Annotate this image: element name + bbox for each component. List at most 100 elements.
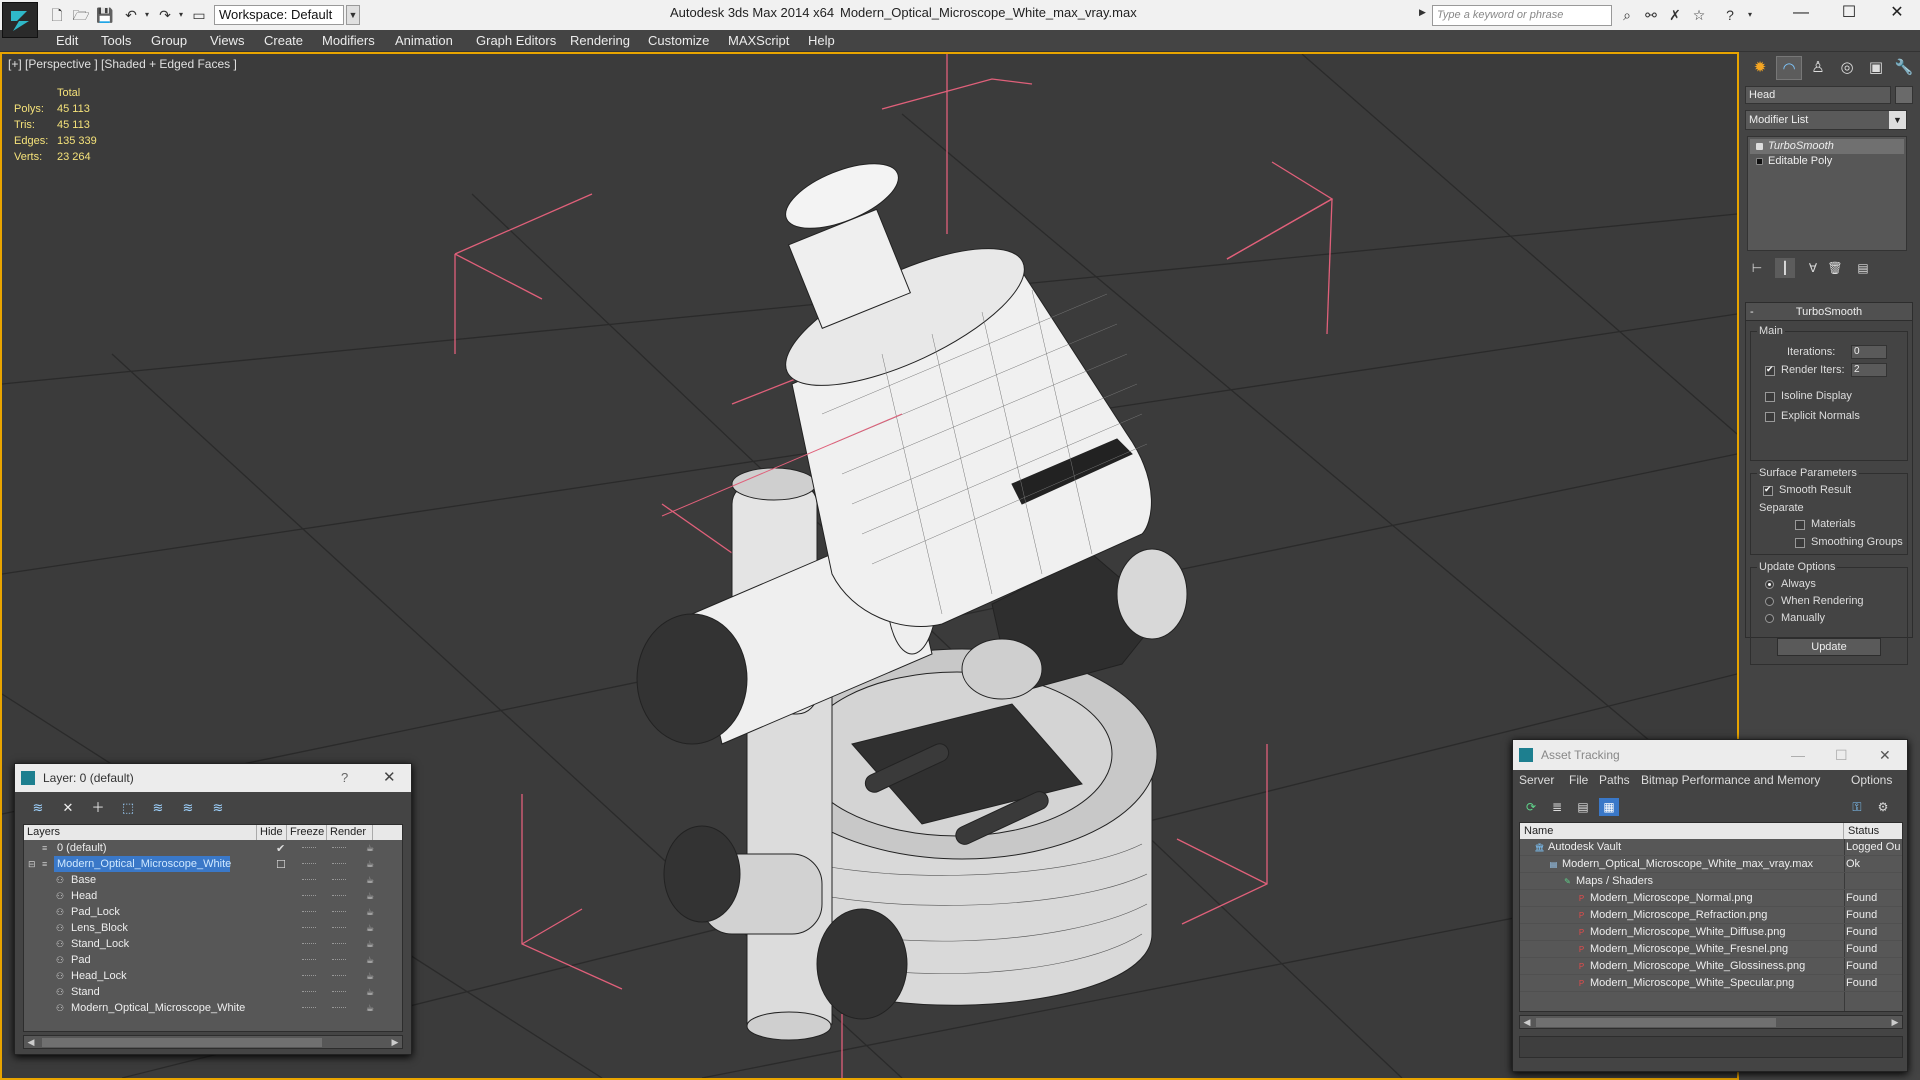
add-to-layer-icon[interactable]: ＋ <box>87 798 109 818</box>
motion-tab-icon[interactable]: ◎ <box>1834 56 1860 80</box>
detail-view-icon[interactable]: ▤ <box>1573 798 1593 816</box>
freeze-toggle[interactable] <box>332 847 346 849</box>
close-icon[interactable]: ✕ <box>383 764 396 792</box>
help-icon[interactable]: ? <box>1720 6 1740 24</box>
menu-animation[interactable]: Animation <box>395 33 453 48</box>
create-layer-icon[interactable]: ≋ <box>27 798 49 818</box>
undo-dropdown-icon[interactable]: ▾ <box>138 6 156 24</box>
help-dropdown-icon[interactable]: ▾ <box>1740 6 1760 24</box>
modifier-list-dropdown[interactable]: Modifier List <box>1745 110 1907 130</box>
layer-row[interactable]: ⚇ Stand_Lock ☕ <box>24 936 402 952</box>
hide-toggle[interactable] <box>302 943 316 945</box>
maximize-icon[interactable]: ☐ <box>1826 0 1872 28</box>
scrollbar-thumb[interactable] <box>42 1038 322 1047</box>
freeze-toggle[interactable] <box>332 895 346 897</box>
iterations-spinner[interactable]: 0 <box>1851 345 1887 359</box>
asset-row[interactable]: P Modern_Microscope_White_Fresnel.png Foun… <box>1520 941 1902 958</box>
render-teapot-icon[interactable]: ☕ <box>366 923 376 933</box>
rollout-header[interactable]: - TurboSmooth <box>1746 303 1912 321</box>
make-unique-icon[interactable]: ∀ <box>1803 258 1823 278</box>
render-teapot-icon[interactable]: ☕ <box>366 891 376 901</box>
layer-row[interactable]: ⚇ Pad_Lock ☕ <box>24 904 402 920</box>
show-end-result-icon[interactable]: ┃ <box>1775 258 1795 278</box>
hide-toggle[interactable] <box>302 991 316 993</box>
scrollbar-thumb[interactable] <box>1536 1018 1776 1027</box>
highlight-layer-icon[interactable]: ≋ <box>147 798 169 818</box>
horizontal-scrollbar[interactable]: ◀ ▶ <box>23 1035 403 1049</box>
render-teapot-icon[interactable]: ☕ <box>366 859 376 869</box>
menu-views[interactable]: Views <box>210 33 244 48</box>
column-header-render[interactable]: Render <box>327 825 373 840</box>
menu-file[interactable]: File <box>1569 773 1588 787</box>
render-teapot-icon[interactable]: ☕ <box>366 875 376 885</box>
layer-name[interactable]: Lens_Block <box>68 920 128 936</box>
smoothing-groups-checkbox[interactable] <box>1795 538 1805 548</box>
freeze-toggle[interactable] <box>332 991 346 993</box>
menu-maxscript[interactable]: MAXScript <box>728 33 789 48</box>
freeze-toggle[interactable] <box>332 927 346 929</box>
hide-toggle[interactable] <box>302 927 316 929</box>
freeze-toggle[interactable] <box>332 975 346 977</box>
table-view-icon[interactable]: ▦ <box>1599 798 1619 816</box>
object-color-swatch[interactable] <box>1895 86 1913 104</box>
explicit-normals-checkbox[interactable] <box>1765 412 1775 422</box>
layer-row[interactable]: ≡ ⊟ Modern_Optical_Microscope_White ☐ ☕ <box>24 856 402 872</box>
column-header-layers[interactable]: Layers <box>24 825 257 840</box>
column-header-hide[interactable]: Hide <box>257 825 287 840</box>
binoculars-icon[interactable]: ⌕ <box>1617 6 1637 24</box>
always-radio[interactable] <box>1765 580 1774 589</box>
layer-row[interactable]: ⚇ Head_Lock ☕ <box>24 968 402 984</box>
pin-stack-icon[interactable]: ⊢ <box>1747 258 1767 278</box>
render-iters-checkbox[interactable] <box>1765 364 1775 376</box>
asset-row[interactable]: 🏛 Autodesk Vault Logged Ou <box>1520 839 1902 856</box>
layer-row[interactable]: ⚇ Head ☕ <box>24 888 402 904</box>
select-objects-icon[interactable]: ⬚ <box>117 798 139 818</box>
menu-paths[interactable]: Paths <box>1599 773 1630 787</box>
collapse-icon[interactable]: - <box>1750 303 1754 321</box>
column-header-name[interactable]: Name <box>1520 823 1844 839</box>
render-iters-spinner[interactable]: 2 <box>1851 363 1887 377</box>
help-icon[interactable]: ? <box>341 764 348 792</box>
layer-name[interactable]: Stand <box>68 984 100 1000</box>
freeze-toggle[interactable] <box>332 1007 346 1009</box>
expand-icon[interactable] <box>1756 158 1763 165</box>
render-teapot-icon[interactable]: ☕ <box>366 955 376 965</box>
refresh-icon[interactable]: ⟳ <box>1521 798 1541 816</box>
layer-name[interactable]: Head_Lock <box>68 968 127 984</box>
new-file-icon[interactable]: 🗋 <box>48 6 66 24</box>
menu-group[interactable]: Group <box>151 33 187 48</box>
layer-row[interactable]: ⚇ Stand ☕ <box>24 984 402 1000</box>
menu-graph-editors[interactable]: Graph Editors <box>476 33 556 48</box>
modifier-stack[interactable]: TurboSmooth Editable Poly <box>1747 136 1907 251</box>
asset-row[interactable]: P Modern_Microscope_Refraction.png Found <box>1520 907 1902 924</box>
favorites-star-icon[interactable]: ☆ <box>1689 6 1709 24</box>
layer-window-title-bar[interactable]: Layer: 0 (default) ? ✕ <box>15 764 411 792</box>
menu-modifiers[interactable]: Modifiers <box>322 33 375 48</box>
freeze-toggle[interactable] <box>332 959 346 961</box>
hide-toggle[interactable] <box>302 975 316 977</box>
hide-toggle[interactable] <box>302 863 316 865</box>
layer-name[interactable]: Pad_Lock <box>68 904 120 920</box>
smooth-result-checkbox[interactable] <box>1763 484 1773 496</box>
viewport-label[interactable]: [+] [Perspective ] [Shaded + Edged Faces… <box>8 57 237 71</box>
communication-icon[interactable]: ✗ <box>1665 6 1685 24</box>
workspace-dropdown[interactable]: Workspace: Default <box>214 5 344 25</box>
isoline-display-checkbox[interactable] <box>1765 392 1775 402</box>
manually-radio[interactable] <box>1765 614 1774 623</box>
update-button[interactable]: Update <box>1777 638 1881 656</box>
scroll-left-icon[interactable]: ◀ <box>24 1036 38 1048</box>
menu-tools[interactable]: Tools <box>101 33 131 48</box>
remove-modifier-icon[interactable]: 🗑 <box>1825 258 1845 278</box>
render-teapot-icon[interactable]: ☕ <box>366 907 376 917</box>
search-input[interactable]: Type a keyword or phrase <box>1432 5 1612 26</box>
close-icon[interactable]: ✕ <box>1879 740 1891 770</box>
render-teapot-icon[interactable]: ☕ <box>366 939 376 949</box>
hide-toggle[interactable] <box>302 847 316 849</box>
freeze-toggle[interactable] <box>332 879 346 881</box>
redo-dropdown-icon[interactable]: ▾ <box>172 6 190 24</box>
menu-bitmap-performance[interactable]: Bitmap Performance and Memory <box>1641 773 1820 787</box>
chevron-down-icon[interactable]: ▼ <box>346 5 360 25</box>
layer-name[interactable]: Base <box>68 872 96 888</box>
freeze-toggle[interactable] <box>332 911 346 913</box>
layer-row[interactable]: ⚇ Modern_Optical_Microscope_White ☕ <box>24 1000 402 1016</box>
